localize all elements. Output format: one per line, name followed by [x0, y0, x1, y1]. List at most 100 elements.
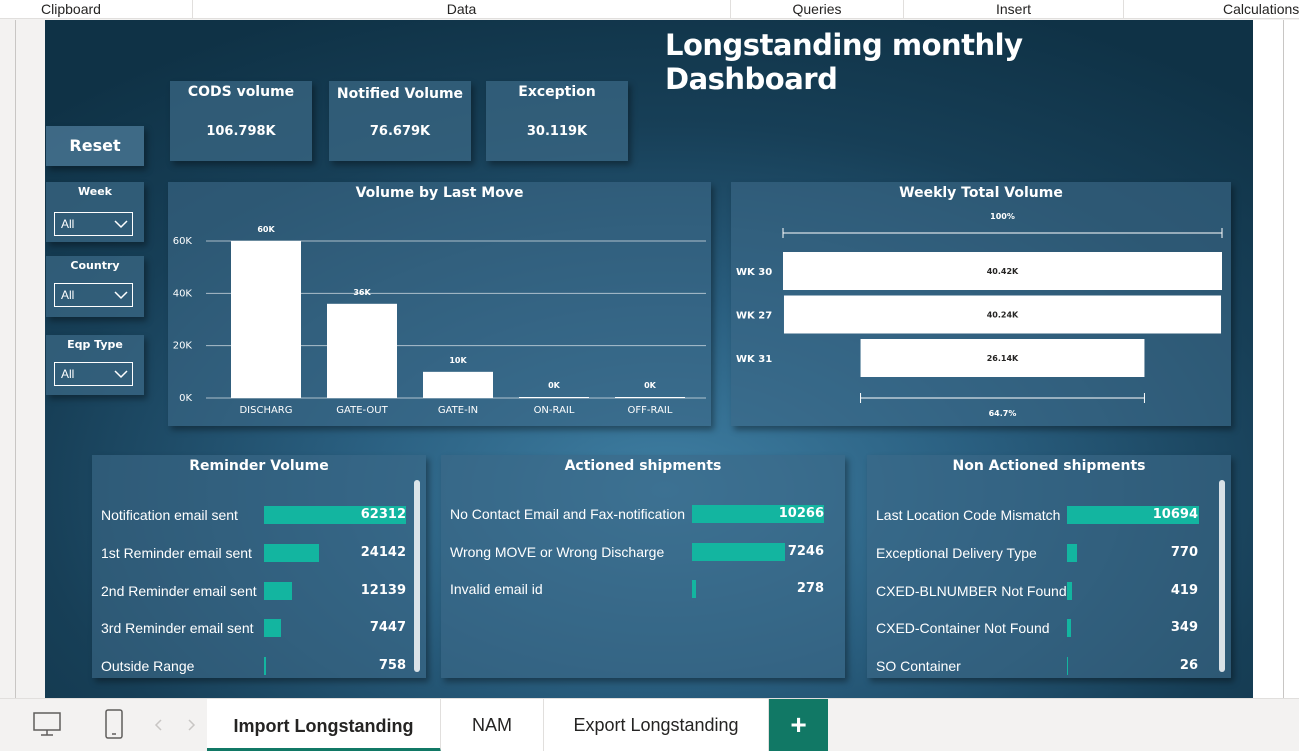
row-value: 62312 [360, 507, 406, 522]
bar-discharg [231, 241, 301, 398]
table-row[interactable]: 2nd Reminder email sent 12139 [92, 581, 426, 603]
kpi-value: 106.798K [206, 124, 276, 139]
data-label: 40.24K [987, 311, 1019, 320]
x-tick-label: ON-RAIL [534, 405, 575, 416]
bar-gate-out [327, 303, 397, 398]
eqp-type-dropdown[interactable]: All [54, 362, 133, 386]
monitor-icon [31, 712, 63, 747]
chevron-down-icon [114, 291, 128, 300]
table-row[interactable]: 1st Reminder email sent 24142 [92, 543, 426, 565]
volume-by-last-move-chart[interactable]: Volume by Last Move 0K 20K 40K 60K 60K DISCHA… [168, 182, 711, 426]
ribbon-group-calculations: Calculations [1223, 1, 1299, 17]
tab-scroll-left-button[interactable] [150, 707, 168, 743]
table-row[interactable]: SO Container 26 [867, 656, 1231, 678]
row-label: CXED-Container Not Found [876, 620, 1050, 637]
week-dropdown[interactable]: All [54, 212, 133, 236]
kpi-card-exception[interactable]: Exception 30.119K [486, 81, 628, 161]
weekly-total-volume-chart[interactable]: Weekly Total Volume 100% 40.42K WK 30 40.24… [731, 182, 1231, 426]
actioned-shipments-title: Actioned shipments [564, 458, 722, 474]
reminder-volume-table: Reminder Volume Notification email sent 6… [92, 455, 426, 678]
scrollbar-thumb[interactable] [414, 480, 420, 672]
tab-export-longstanding[interactable]: Export Longstanding [544, 699, 769, 751]
country-slicer-label: Country [70, 259, 120, 272]
week-dropdown-value: All [61, 217, 75, 231]
row-value: 10694 [1152, 507, 1198, 522]
country-dropdown[interactable]: All [54, 283, 133, 307]
chevron-down-icon [114, 220, 128, 229]
data-label: 36K [353, 288, 371, 297]
row-value: 24142 [360, 544, 406, 560]
table-row[interactable]: Outside Range 758 [92, 656, 426, 678]
ribbon-group-insert: Insert [904, 0, 1124, 19]
country-dropdown-value: All [61, 288, 75, 302]
table-row[interactable]: Last Location Code Mismatch 10694 [867, 505, 1231, 527]
kpi-card-cods-volume[interactable]: CODS volume 106.798K [170, 81, 312, 161]
row-value: 758 [378, 658, 406, 674]
kpi-label: Notified Volume [336, 86, 464, 102]
reset-button[interactable]: Reset [46, 126, 144, 166]
y-tick-label: 60K [173, 236, 193, 247]
x-tick-label: OFF-RAIL [628, 405, 673, 416]
y-tick-label: 40K [173, 288, 193, 299]
row-value: 770 [1170, 544, 1198, 560]
category-label: WK 30 [736, 267, 772, 278]
data-label: 0K [644, 381, 657, 390]
row-label: SO Container [876, 658, 961, 675]
table-row[interactable]: 3rd Reminder email sent 7447 [92, 618, 426, 640]
row-label: Exceptional Delivery Type [876, 544, 1037, 561]
row-label: Invalid email id [450, 581, 543, 597]
kpi-value: 76.679K [369, 124, 431, 139]
kpi-card-notified-volume[interactable]: Notified Volume 76.679K [329, 81, 471, 161]
tab-scroll-right-button[interactable] [182, 707, 200, 743]
data-label: 40.42K [987, 267, 1019, 276]
country-slicer: Country All [46, 256, 144, 317]
desktop-layout-button[interactable] [29, 707, 65, 747]
table-row[interactable]: No Contact Email and Fax-notification 102… [441, 504, 845, 526]
ribbon-group-clipboard: Clipboard [0, 0, 193, 19]
canvas-right-margin [1253, 20, 1299, 698]
data-label: 26.14K [987, 354, 1019, 363]
non-actioned-scrollbar[interactable] [1219, 480, 1225, 672]
eqp-type-slicer: Eqp Type All [46, 335, 144, 395]
tab-nam[interactable]: NAM [441, 699, 544, 751]
chevron-right-icon [188, 719, 196, 731]
canvas-left-margin [0, 20, 45, 698]
add-page-button[interactable]: + [769, 699, 828, 751]
row-label: 2nd Reminder email sent [101, 582, 257, 599]
data-label: 10K [449, 356, 467, 365]
ribbon-group-labels: Clipboard Data Queries Insert Calculatio… [0, 0, 1299, 19]
eqp-type-dropdown-value: All [61, 367, 75, 381]
row-value: 349 [1170, 620, 1198, 636]
category-label: WK 31 [736, 354, 772, 365]
non-actioned-shipments-title: Non Actioned shipments [952, 458, 1146, 474]
row-label: Last Location Code Mismatch [876, 507, 1061, 523]
row-value: 7447 [369, 620, 406, 636]
row-value: 419 [1170, 582, 1198, 598]
report-canvas: Longstanding monthly Dashboard CODS volu… [45, 20, 1253, 698]
table-row[interactable]: Notification email sent 62312 [92, 505, 426, 527]
reminder-scrollbar[interactable] [414, 480, 420, 672]
phone-icon [105, 709, 123, 739]
table-row[interactable]: Exceptional Delivery Type 770 [867, 543, 1231, 565]
weekly-chart-plot: 100% 40.42K WK 30 40.24K WK 27 26.14K WK 31 64.… [736, 212, 1223, 418]
row-value: 7246 [787, 543, 824, 559]
tab-import-longstanding[interactable]: Import Longstanding [207, 699, 441, 751]
mobile-layout-button[interactable] [96, 707, 132, 743]
funnel-top-label: 100% [990, 212, 1015, 221]
table-row[interactable]: Wrong MOVE or Wrong Discharge 7246 [441, 542, 845, 564]
kpi-label: CODS volume [187, 84, 295, 100]
reminder-volume-title: Reminder Volume [189, 458, 329, 474]
non-actioned-shipments-table: Non Actioned shipments Last Location Cod… [867, 455, 1231, 678]
y-tick-label: 0K [179, 393, 192, 404]
table-row[interactable]: CXED-Container Not Found 349 [867, 618, 1231, 640]
chevron-down-icon [114, 370, 128, 379]
table-row[interactable]: CXED-BLNUMBER Not Found 419 [867, 581, 1231, 603]
category-label: WK 27 [736, 311, 772, 322]
scrollbar-thumb[interactable] [1219, 480, 1225, 672]
table-row[interactable]: Invalid email id 278 [441, 579, 845, 601]
ribbon-group-data: Data [193, 0, 731, 19]
row-value: 26 [1179, 658, 1198, 674]
row-value: 12139 [360, 582, 406, 598]
x-tick-label: GATE-OUT [336, 405, 388, 416]
row-label: Outside Range [101, 658, 195, 675]
